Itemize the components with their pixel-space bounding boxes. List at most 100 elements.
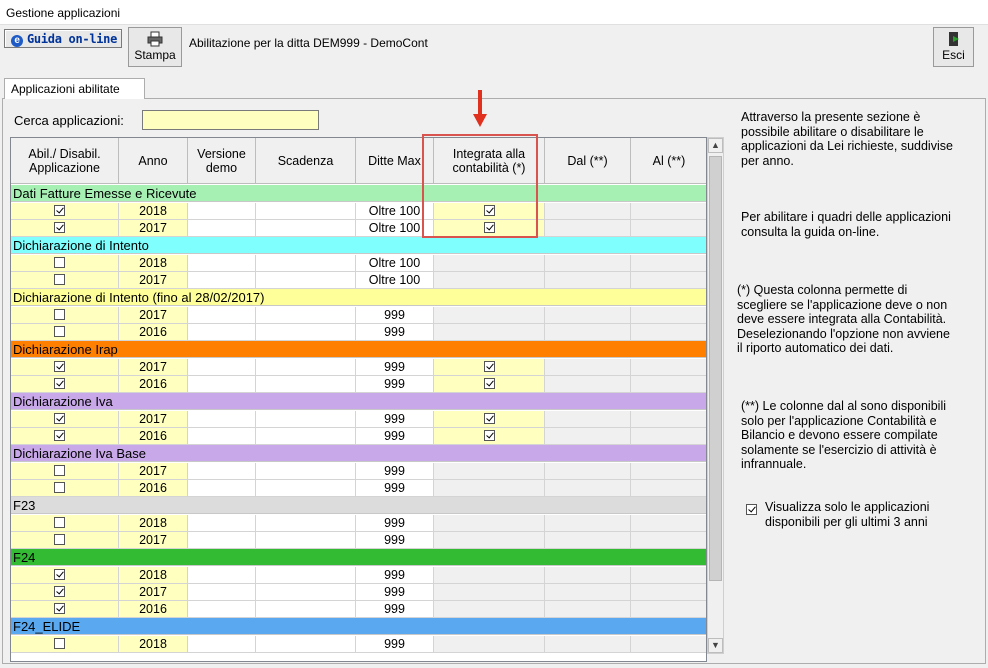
integrata-cell: [434, 359, 545, 376]
abil-checkbox[interactable]: [54, 325, 65, 337]
applications-grid: Abil./ Disabil. Applicazione Anno Versio…: [10, 137, 707, 662]
abil-checkbox[interactable]: [54, 637, 65, 649]
versione-cell: [188, 255, 256, 272]
abil-checkbox[interactable]: [54, 360, 65, 372]
integrata-checkbox[interactable]: [483, 377, 495, 389]
abil-cell: [11, 376, 119, 393]
abil-checkbox[interactable]: [54, 602, 65, 614]
abil-cell: [11, 601, 119, 618]
abil-cell: [11, 584, 119, 601]
abil-checkbox[interactable]: [54, 429, 65, 441]
abil-cell: [11, 272, 119, 289]
tab-applicazioni-abilitate[interactable]: Applicazioni abilitate: [4, 78, 145, 99]
abil-checkbox[interactable]: [54, 516, 65, 528]
table-row[interactable]: 2017 Oltre 100: [11, 220, 706, 237]
ditte-cell: 999: [356, 376, 434, 393]
versione-cell: [188, 272, 256, 289]
visualizza-checkbox[interactable]: [746, 504, 757, 515]
abil-checkbox[interactable]: [54, 377, 65, 389]
table-row[interactable]: 2017 999: [11, 532, 706, 549]
al-cell: [631, 272, 706, 289]
table-row[interactable]: 2017 Oltre 100: [11, 272, 706, 289]
guida-online-button[interactable]: e Guida on-line: [4, 29, 122, 48]
esci-label: Esci: [942, 48, 965, 62]
abil-checkbox[interactable]: [54, 256, 65, 268]
al-cell: [631, 584, 706, 601]
scadenza-cell: [256, 515, 356, 532]
versione-cell: [188, 636, 256, 653]
abil-cell: [11, 567, 119, 584]
al-cell: [631, 324, 706, 341]
abil-checkbox[interactable]: [54, 273, 65, 285]
abil-checkbox[interactable]: [54, 204, 65, 216]
visualizza-option[interactable]: Visualizza solo le applicazioni disponib…: [746, 500, 971, 529]
abil-cell: [11, 307, 119, 324]
abil-cell: [11, 636, 119, 653]
col-scadenza[interactable]: Scadenza: [256, 138, 356, 184]
scroll-down-icon[interactable]: ▼: [708, 638, 723, 653]
abil-checkbox[interactable]: [54, 481, 65, 493]
table-row[interactable]: 2018 Oltre 100: [11, 255, 706, 272]
integrata-cell: [434, 428, 545, 445]
abil-checkbox[interactable]: [54, 412, 65, 424]
col-al[interactable]: Al (**): [631, 138, 706, 184]
table-row[interactable]: 2018 Oltre 100: [11, 203, 706, 220]
table-row[interactable]: 2017 999: [11, 307, 706, 324]
table-row[interactable]: 2016 999: [11, 428, 706, 445]
table-row[interactable]: 2018 999: [11, 636, 706, 653]
versione-cell: [188, 463, 256, 480]
dal-cell: [545, 601, 631, 618]
col-versione[interactable]: Versione demo: [188, 138, 256, 184]
table-row[interactable]: 2018 999: [11, 515, 706, 532]
ditte-cell: 999: [356, 359, 434, 376]
table-row[interactable]: 2016 999: [11, 376, 706, 393]
scroll-up-icon[interactable]: ▲: [708, 138, 723, 153]
ditte-cell: Oltre 100: [356, 255, 434, 272]
abil-checkbox[interactable]: [54, 464, 65, 476]
abil-checkbox[interactable]: [54, 221, 65, 233]
anno-cell: 2018: [119, 255, 188, 272]
versione-cell: [188, 567, 256, 584]
al-cell: [631, 220, 706, 237]
versione-cell: [188, 428, 256, 445]
abil-checkbox[interactable]: [54, 533, 65, 545]
ditte-cell: 999: [356, 532, 434, 549]
integrata-checkbox[interactable]: [483, 429, 495, 441]
integrata-cell: [434, 636, 545, 653]
ditte-cell: 999: [356, 636, 434, 653]
col-abil[interactable]: Abil./ Disabil. Applicazione: [11, 138, 119, 184]
anno-cell: 2017: [119, 532, 188, 549]
scadenza-cell: [256, 480, 356, 497]
integrata-checkbox[interactable]: [483, 412, 495, 424]
scadenza-cell: [256, 324, 356, 341]
scroll-thumb[interactable]: [709, 156, 722, 581]
integrata-checkbox[interactable]: [483, 360, 495, 372]
search-input[interactable]: [142, 110, 319, 130]
col-anno[interactable]: Anno: [119, 138, 188, 184]
table-row[interactable]: 2018 999: [11, 567, 706, 584]
table-row[interactable]: 2017 999: [11, 463, 706, 480]
vertical-scrollbar[interactable]: ▲ ▼: [707, 137, 724, 654]
dal-cell: [545, 376, 631, 393]
abil-checkbox[interactable]: [54, 568, 65, 580]
abil-checkbox[interactable]: [54, 585, 65, 597]
versione-cell: [188, 601, 256, 618]
esci-button[interactable]: Esci: [933, 27, 974, 67]
table-row[interactable]: 2017 999: [11, 584, 706, 601]
stampa-button[interactable]: Stampa: [128, 27, 182, 67]
col-dal[interactable]: Dal (**): [545, 138, 631, 184]
table-row[interactable]: 2016 999: [11, 324, 706, 341]
integrata-cell: [434, 480, 545, 497]
table-row[interactable]: 2016 999: [11, 601, 706, 618]
table-row[interactable]: 2016 999: [11, 480, 706, 497]
printer-icon: [147, 31, 163, 47]
table-row[interactable]: 2017 999: [11, 411, 706, 428]
anno-cell: 2017: [119, 307, 188, 324]
scadenza-cell: [256, 636, 356, 653]
abil-checkbox[interactable]: [54, 308, 65, 320]
stampa-label: Stampa: [134, 48, 176, 62]
al-cell: [631, 376, 706, 393]
group-header: Dichiarazione Iva Base: [11, 445, 706, 462]
versione-cell: [188, 376, 256, 393]
table-row[interactable]: 2017 999: [11, 359, 706, 376]
